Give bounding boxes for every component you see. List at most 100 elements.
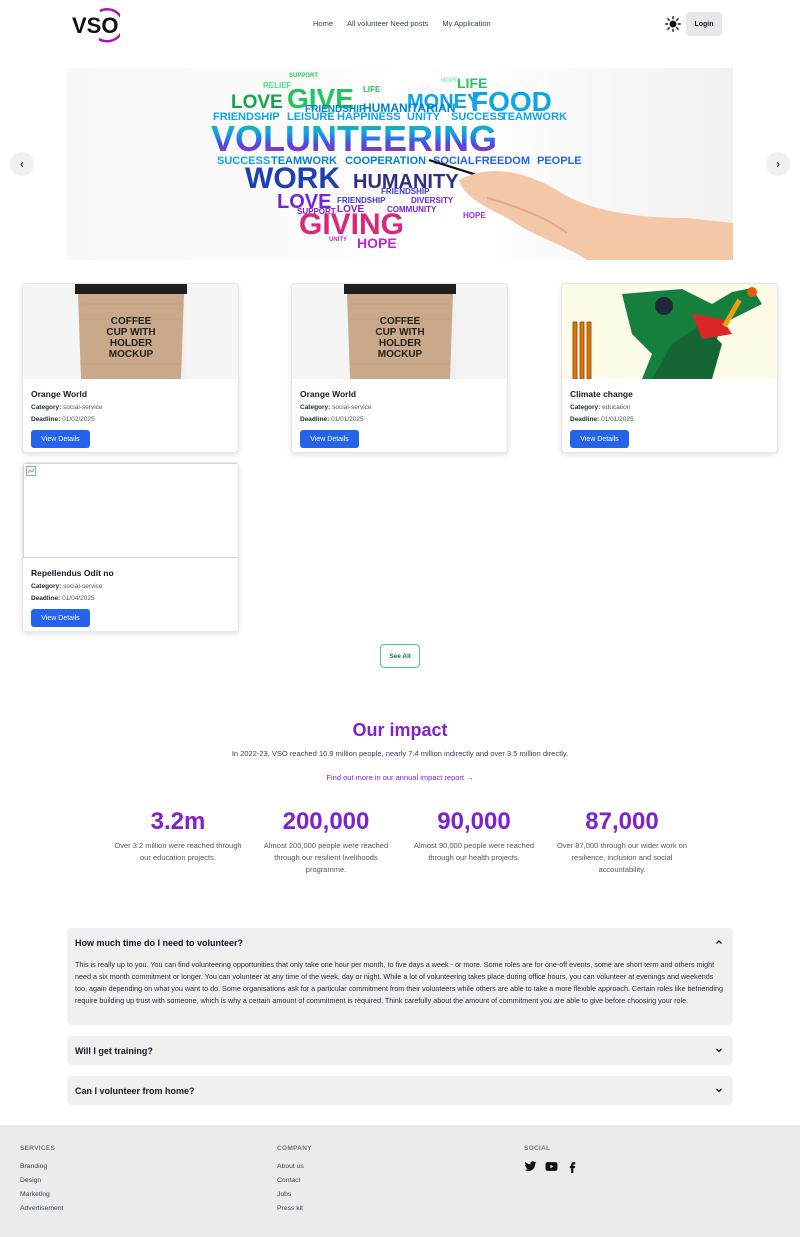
svg-text:LOVE: LOVE (231, 92, 283, 113)
volunteer-post-card: COFFEE CUP WITH HOLDER MOCKUP Orange Wor… (22, 283, 239, 453)
nav-links: Home All volunteer Need posts My Applica… (313, 19, 491, 28)
footer-heading: SOCIAL (524, 1145, 551, 1152)
svg-text:CUP WITH: CUP WITH (106, 327, 155, 338)
svg-text:PEOPLE: PEOPLE (537, 155, 582, 167)
footer: SERVICES Branding Design Marketing Adver… (0, 1125, 800, 1237)
footer-link[interactable]: Marketing (20, 1188, 63, 1202)
svg-text:TEAMWORK: TEAMWORK (501, 111, 567, 123)
carousel-prev-button[interactable]: ‹ (10, 152, 34, 176)
chevron-down-icon[interactable] (715, 1086, 723, 1096)
faq-question[interactable]: How much time do I need to volunteer? (75, 938, 243, 948)
post-title: Orange World (31, 389, 88, 399)
carousel-next-button[interactable]: › (766, 152, 790, 176)
svg-text:SUPPORT: SUPPORT (289, 73, 318, 79)
view-details-button[interactable]: View Details (31, 609, 90, 627)
view-details-button[interactable]: View Details (300, 430, 359, 448)
footer-link[interactable]: Jobs (277, 1188, 312, 1202)
broken-image-icon (23, 463, 238, 558)
faq-item[interactable]: Will I get training? (67, 1036, 733, 1065)
chevron-up-icon[interactable] (715, 938, 723, 948)
svg-text:UNITY: UNITY (329, 237, 347, 243)
volunteer-post-card: Repellendus Odit no Category: social-ser… (22, 462, 239, 632)
svg-text:HOPE: HOPE (441, 78, 458, 84)
footer-link[interactable]: Design (20, 1174, 63, 1188)
stat-description: Almost 200,000 people were reached throu… (263, 841, 389, 874)
svg-text:HOPE: HOPE (357, 235, 397, 251)
post-category: Category: social-service (31, 583, 103, 590)
svg-text:FREEDOM: FREEDOM (475, 155, 530, 167)
stat-description: Over 87,000 through our wider work on re… (556, 841, 688, 874)
nav-all-posts[interactable]: All volunteer Need posts (347, 19, 428, 28)
faq-item[interactable]: Can I volunteer from home? (67, 1076, 733, 1105)
footer-link[interactable]: Branding (20, 1160, 63, 1174)
chevron-down-icon[interactable] (715, 1046, 723, 1056)
twitter-icon[interactable] (524, 1160, 537, 1173)
footer-link[interactable]: Advertisement (20, 1202, 63, 1216)
footer-heading: SERVICES (20, 1145, 56, 1152)
svg-text:HOLDER: HOLDER (379, 338, 422, 349)
view-details-button[interactable]: View Details (31, 430, 90, 448)
impact-stat: 3.2m Over 3.2 million were reached throu… (108, 808, 248, 864)
svg-text:FRIENDSHIP: FRIENDSHIP (381, 187, 430, 196)
svg-text:MOCKUP: MOCKUP (109, 349, 154, 360)
svg-text:COOPERATION: COOPERATION (345, 155, 426, 167)
svg-text:COFFEE: COFFEE (111, 316, 152, 327)
sun-icon[interactable] (665, 16, 681, 32)
post-title: Climate change (570, 389, 633, 399)
impact-stat: 90,000 Almost 90,000 people were reached… (404, 808, 544, 864)
footer-heading: COMPANY (277, 1145, 312, 1152)
svg-text:DIVERSITY: DIVERSITY (411, 196, 454, 205)
hero-banner: SUPPORT RELIEF LOVE GIVE LIFE MONEY FOOD… (67, 68, 733, 260)
vso-logo[interactable]: VSO (70, 5, 125, 45)
post-title: Orange World (300, 389, 357, 399)
svg-text:HOPE: HOPE (463, 211, 486, 220)
impact-report-link[interactable]: Find out more in our annual impact repor… (0, 773, 800, 782)
post-category: Category: social-service (300, 404, 372, 411)
coffee-cup-mockup-image: COFFEE CUP WITH HOLDER MOCKUP (23, 284, 238, 379)
svg-text:CUP WITH: CUP WITH (375, 327, 424, 338)
footer-social: SOCIAL (524, 1145, 579, 1173)
nav-home[interactable]: Home (313, 19, 333, 28)
cricket-player-image (562, 284, 777, 379)
svg-text:HOLDER: HOLDER (110, 338, 153, 349)
stat-value: 200,000 (282, 808, 370, 835)
youtube-icon[interactable] (545, 1160, 558, 1173)
post-category: Category: education (570, 404, 631, 411)
stat-description: Over 3.2 million were reached through ou… (114, 841, 242, 862)
svg-text:LIFE: LIFE (363, 85, 381, 94)
svg-text:VSO: VSO (72, 13, 118, 38)
post-deadline: Deadline: 01/01/2025 (570, 416, 634, 423)
svg-text:LIFE: LIFE (457, 75, 487, 91)
stat-value: 3.2m (150, 808, 206, 835)
hand-with-pen (428, 158, 733, 260)
post-deadline: Deadline: 01/02/2025 (31, 416, 95, 423)
footer-link[interactable]: Press kit (277, 1202, 312, 1216)
see-all-button[interactable]: See All (380, 644, 420, 668)
navbar: VSO Home All volunteer Need posts My App… (0, 0, 800, 48)
impact-heading: Our impact (352, 720, 448, 740)
footer-link[interactable]: Contact (277, 1174, 312, 1188)
svg-text:VOLUNTEERING: VOLUNTEERING (211, 118, 497, 159)
post-category: Category: social-service (31, 404, 103, 411)
faq-item-open[interactable]: How much time do I need to volunteer? Th… (67, 928, 733, 1025)
footer-link[interactable]: About us (277, 1160, 312, 1174)
volunteering-word-cloud-image: SUPPORT RELIEF LOVE GIVE LIFE MONEY FOOD… (211, 73, 733, 260)
post-deadline: Deadline: 01/04/2025 (31, 595, 95, 602)
footer-company: COMPANY About us Contact Jobs Press kit (277, 1145, 312, 1216)
faq-question[interactable]: Can I volunteer from home? (75, 1086, 195, 1096)
impact-subtitle: In 2022-23, VSO reached 10.9 million peo… (231, 749, 569, 758)
faq-question[interactable]: Will I get training? (75, 1046, 153, 1056)
impact-stat: 87,000 Over 87,000 through our wider wor… (552, 808, 692, 876)
post-deadline: Deadline: 01/01/2025 (300, 416, 364, 423)
svg-text:SOCIAL: SOCIAL (433, 155, 475, 167)
facebook-icon[interactable] (566, 1160, 579, 1173)
volunteer-post-card: Climate change Category: education Deadl… (561, 283, 778, 453)
svg-text:COFFEE: COFFEE (380, 316, 421, 327)
stat-value: 90,000 (437, 808, 511, 835)
login-button[interactable]: Login (686, 12, 722, 36)
volunteer-post-card: COFFEE CUP WITH HOLDER MOCKUP Orange Wor… (291, 283, 508, 453)
view-details-button[interactable]: View Details (570, 430, 629, 448)
post-title: Repellendus Odit no (31, 568, 114, 578)
nav-my-application[interactable]: My Application (442, 19, 490, 28)
footer-services: SERVICES Branding Design Marketing Adver… (20, 1145, 63, 1216)
